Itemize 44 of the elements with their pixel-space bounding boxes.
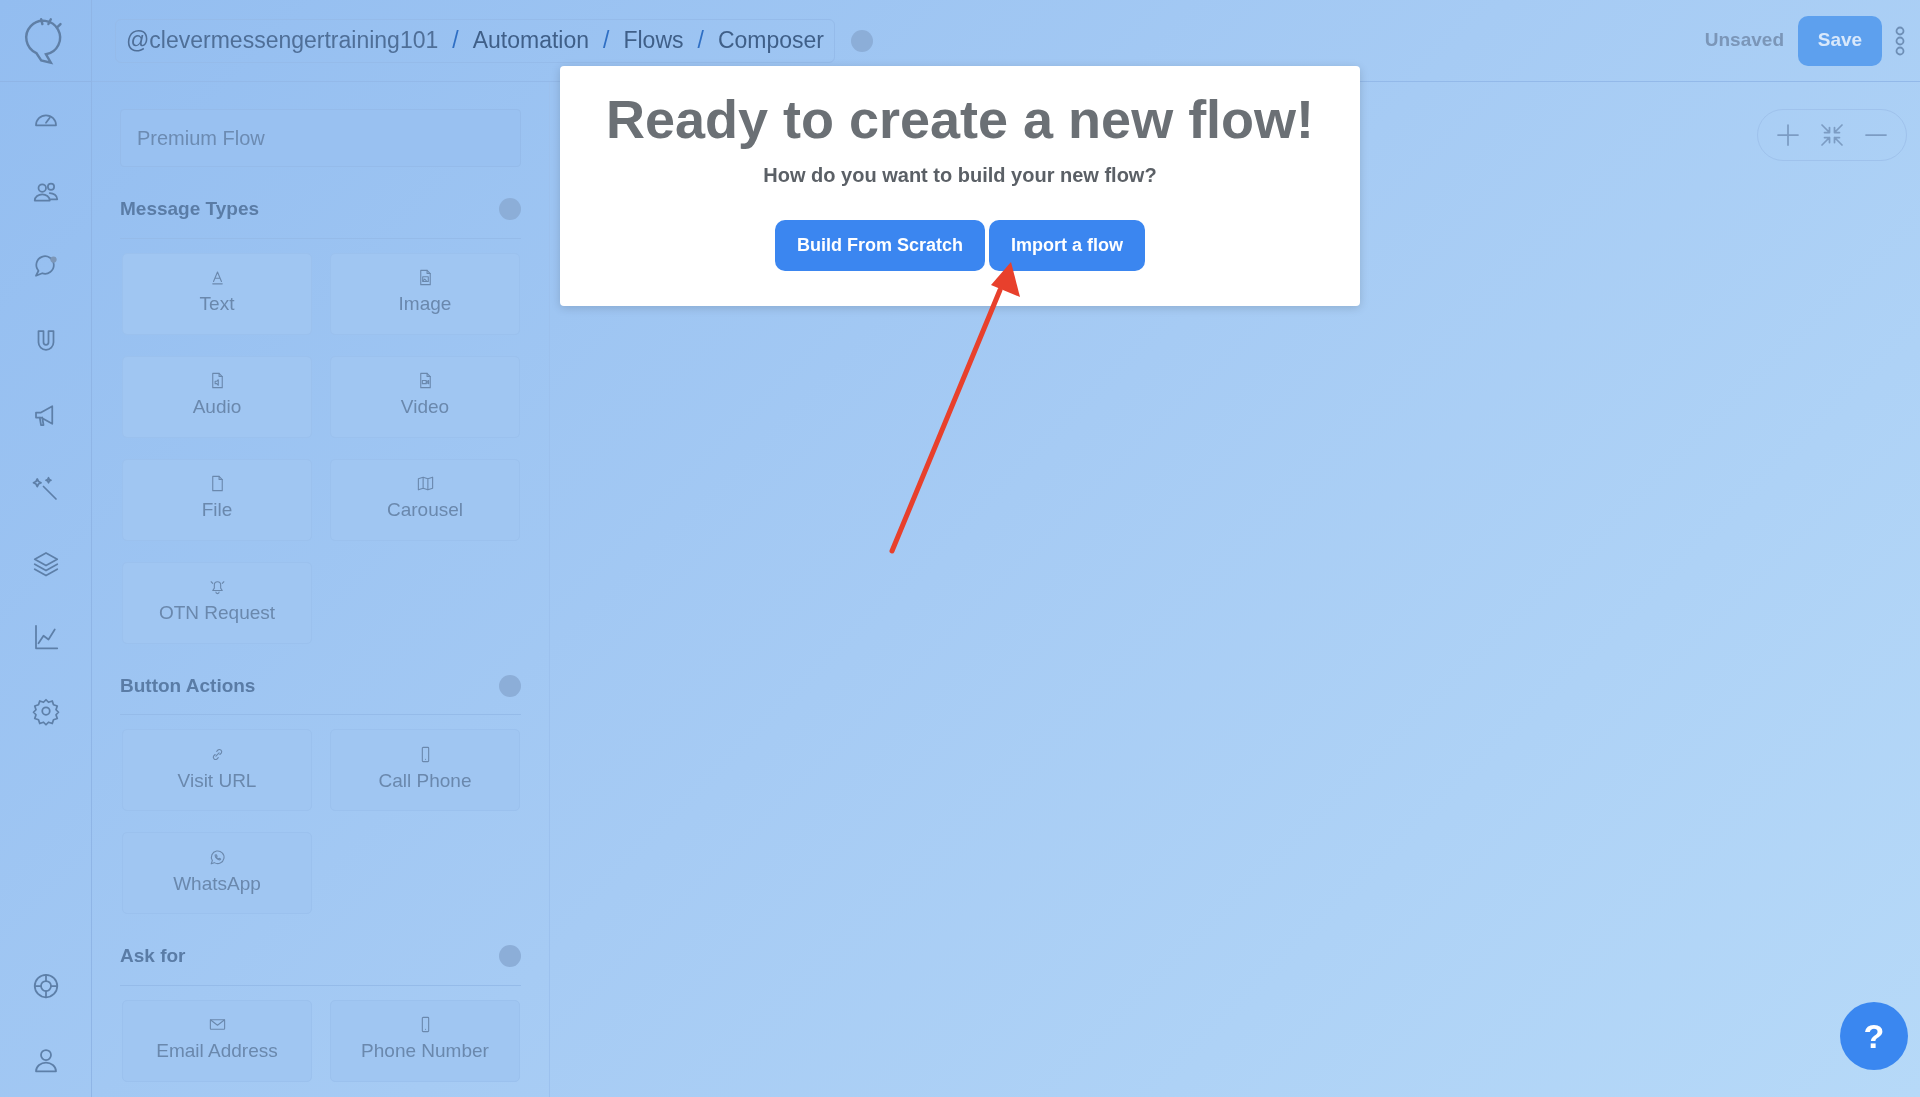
breadcrumb-link[interactable]: Flows <box>623 23 684 58</box>
dialog-title: Ready to create a new flow! <box>604 88 1316 151</box>
tile-label: OTN Request <box>158 601 276 626</box>
tile-label: Call Phone <box>378 768 472 793</box>
block-tile[interactable]: File <box>122 458 312 541</box>
dialog-button[interactable]: Build From Scratch <box>775 220 985 272</box>
tile-label: File <box>201 498 233 523</box>
save-button[interactable]: Save <box>1798 15 1882 66</box>
section-title: Button Actions <box>120 673 256 698</box>
block-tile[interactable]: Phone Number <box>330 999 520 1082</box>
block-tile[interactable]: Email Address <box>122 999 312 1082</box>
tile-label: Video <box>400 395 450 420</box>
more-icon[interactable] <box>1894 25 1906 56</box>
settings-icon[interactable] <box>30 696 61 726</box>
dialog-subtitle: How do you want to build your new flow? <box>762 163 1158 189</box>
breadcrumb-link[interactable]: Automation <box>472 23 590 58</box>
block-tile[interactable]: Audio <box>122 355 312 438</box>
save-status: Unsaved <box>1704 28 1784 53</box>
flow-name-field[interactable]: Premium Flow <box>120 109 521 167</box>
block-tile[interactable]: OTN Request <box>122 561 312 644</box>
breadcrumb-separator: / <box>452 26 459 56</box>
section-title: Message Types <box>120 197 260 221</box>
dialog-button[interactable]: Import a flow <box>989 220 1145 272</box>
tile-label: WhatsApp <box>173 871 261 896</box>
block-tile[interactable]: Call Phone <box>330 729 520 811</box>
tile-label: Audio <box>192 395 242 420</box>
block-tile[interactable]: Video <box>330 355 520 438</box>
block-tile[interactable]: Carousel <box>330 458 520 541</box>
breadcrumb-separator: / <box>697 26 704 56</box>
block-tile[interactable]: Visit URL <box>122 729 312 811</box>
tile-label: Image <box>398 292 452 317</box>
tile-label: Text <box>199 292 235 317</box>
block-tile[interactable]: Text <box>122 252 312 335</box>
tile-label: Phone Number <box>361 1039 489 1064</box>
breadcrumb-separator: / <box>603 26 610 56</box>
help-button[interactable]: ? <box>1840 1002 1908 1070</box>
block-tile[interactable]: WhatsApp <box>122 832 312 914</box>
tile-label: Carousel <box>386 498 463 523</box>
tile-label: Visit URL <box>177 768 257 793</box>
section-title: Ask for <box>120 944 186 968</box>
block-tile[interactable]: Image <box>330 252 520 335</box>
breadcrumb-link[interactable]: @clevermessengertraining101 <box>126 23 439 58</box>
tile-label: Email Address <box>156 1039 278 1064</box>
breadcrumb-link[interactable]: Composer <box>717 23 824 58</box>
